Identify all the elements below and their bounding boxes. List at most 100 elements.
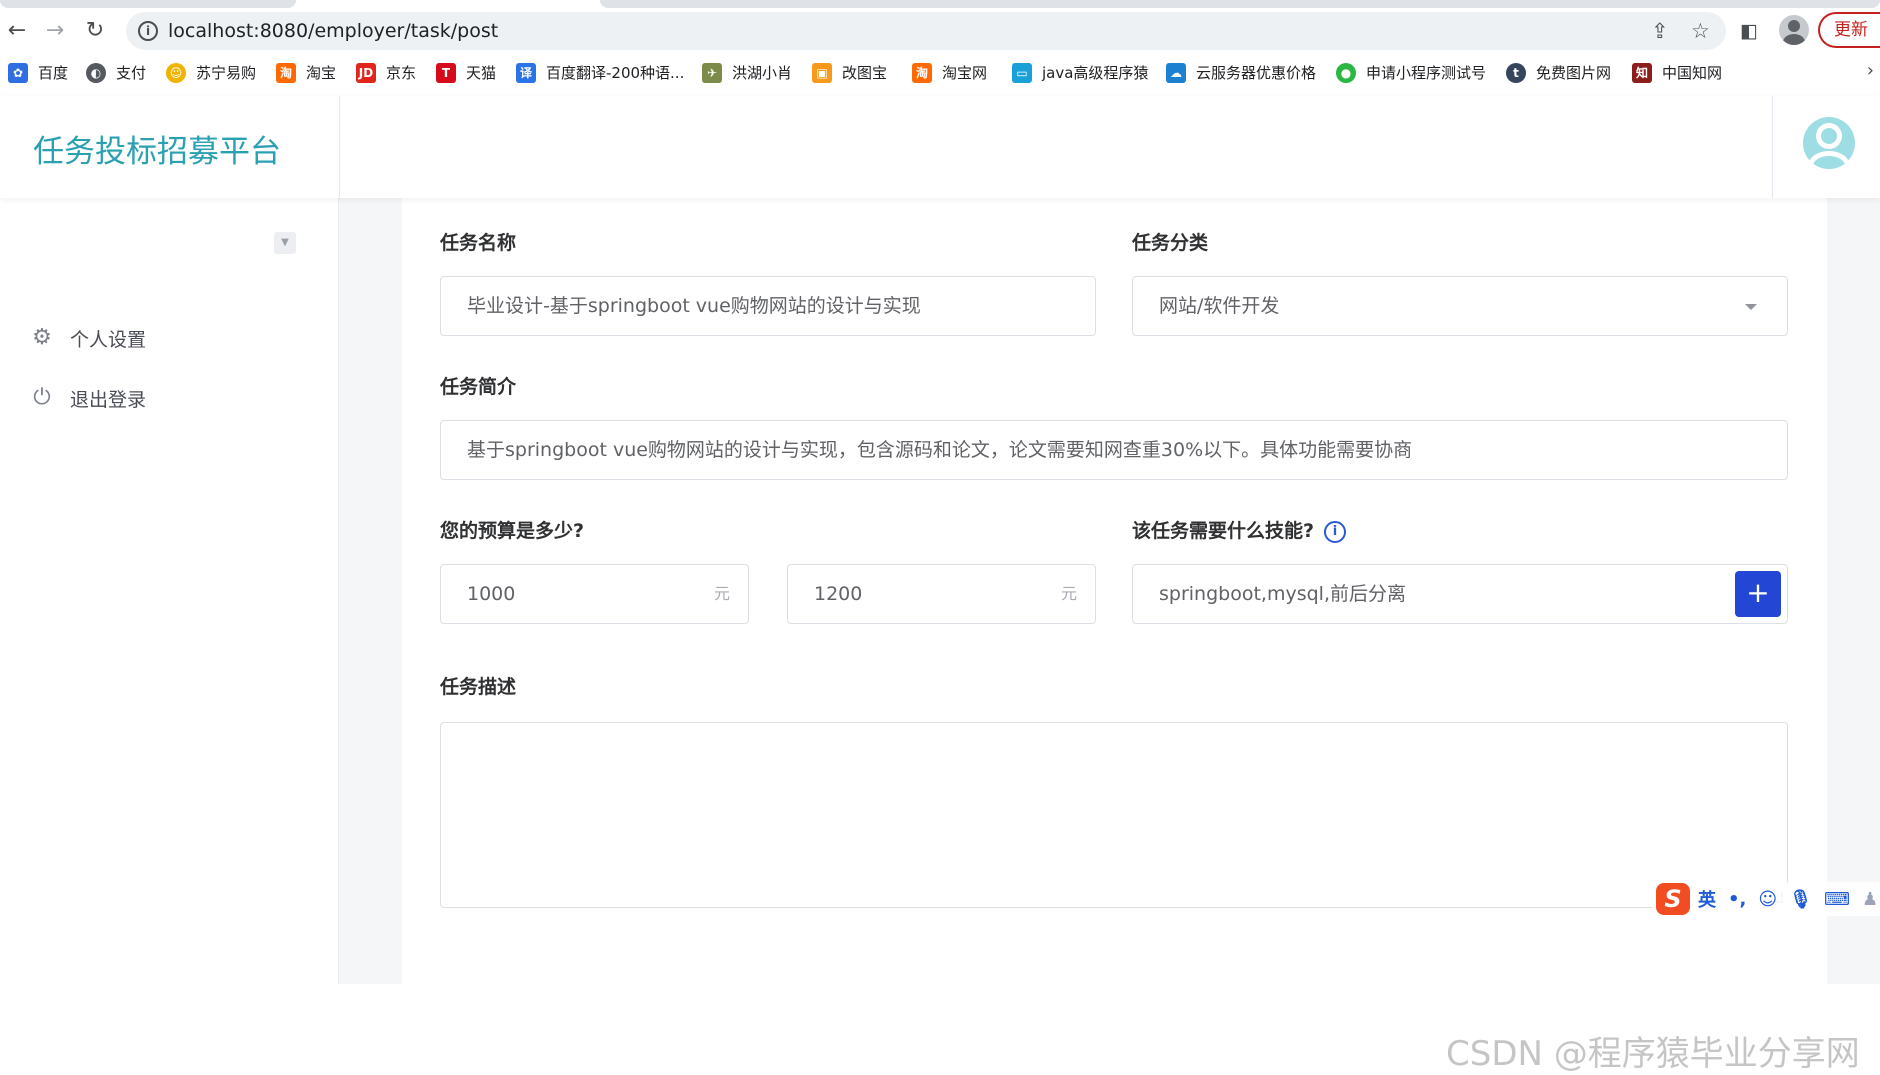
intro-label: 任务简介 bbox=[440, 376, 517, 398]
bookmark-item[interactable]: T 天猫 bbox=[436, 62, 496, 83]
sogou-logo-icon[interactable]: S bbox=[1656, 883, 1690, 915]
avatar[interactable] bbox=[1803, 117, 1855, 169]
tmall-icon: T bbox=[436, 62, 456, 83]
avatar-head bbox=[1816, 123, 1842, 149]
chevron-down-icon bbox=[1745, 304, 1757, 310]
budget-label: 您的预算是多少? bbox=[440, 520, 585, 542]
bookmark-label: 京东 bbox=[386, 64, 417, 82]
sidebar-item-logout[interactable]: ⏻ 退出登录 bbox=[30, 378, 146, 418]
bookmark-label: 天猫 bbox=[466, 64, 497, 82]
bookmark-item[interactable]: ☺ 苏宁易购 bbox=[166, 62, 256, 83]
info-icon[interactable]: i bbox=[1324, 520, 1347, 543]
skills-input[interactable]: springboot,mysql,前后分离 + bbox=[1132, 564, 1788, 624]
bookmark-label: 苏宁易购 bbox=[196, 64, 257, 82]
bookmark-item[interactable]: ▣ 改图宝 bbox=[812, 62, 887, 83]
task-name-input[interactable]: 毕业设计-基于springboot vue购物网站的设计与实现 bbox=[440, 276, 1096, 336]
bilibili-icon: ▭ bbox=[1012, 62, 1032, 83]
chevron-down-icon[interactable]: ▼ bbox=[274, 232, 296, 254]
bookmark-item[interactable]: 淘 淘宝网 bbox=[912, 62, 987, 83]
bookmark-item[interactable]: JD 京东 bbox=[356, 62, 416, 83]
emoji-icon[interactable]: ☺ bbox=[1758, 889, 1777, 910]
bookmark-item[interactable]: ◐ 支付 bbox=[86, 62, 146, 83]
address-bar[interactable]: i localhost:8080/employer/task/post bbox=[126, 12, 1726, 50]
profile-icon[interactable] bbox=[1779, 15, 1809, 45]
skills-label-row: 该任务需要什么技能? i bbox=[1132, 516, 1347, 543]
sidebar-item-label: 退出登录 bbox=[70, 388, 147, 411]
bookmark-item[interactable]: ✈ 洪湖小肖 bbox=[702, 62, 792, 83]
side-panel-icon[interactable]: ◧ bbox=[1740, 18, 1758, 44]
bird-icon: ✈ bbox=[702, 62, 722, 83]
url-text: localhost:8080/employer/task/post bbox=[168, 20, 499, 42]
keyboard-icon[interactable]: ⌨ bbox=[1824, 889, 1850, 910]
power-icon: ⏻ bbox=[33, 385, 51, 410]
punctuation-icon[interactable]: •, bbox=[1728, 889, 1746, 910]
description-label: 任务描述 bbox=[440, 676, 517, 698]
bookmark-item[interactable]: t 免费图片网 bbox=[1506, 62, 1611, 83]
bookmark-label: 百度翻译-200种语... bbox=[546, 64, 685, 82]
bookmark-label: 申请小程序测试号 bbox=[1366, 64, 1487, 82]
budget-min-placeholder: 1000 bbox=[467, 583, 516, 605]
sidebar-item-label: 个人设置 bbox=[70, 328, 147, 351]
task-post-form: 任务名称 毕业设计-基于springboot vue购物网站的设计与实现 任务分… bbox=[402, 198, 1827, 984]
budget-unit: 元 bbox=[1060, 584, 1077, 603]
budget-unit: 元 bbox=[713, 584, 730, 603]
taobao-icon: 淘 bbox=[276, 62, 296, 83]
tumblr-icon: t bbox=[1506, 62, 1526, 83]
microphone-icon[interactable]: 🎙 bbox=[1789, 889, 1812, 910]
sidebar: ⚙ 个人设置 ⏻ 退出登录 bbox=[0, 198, 339, 984]
translate-icon: 译 bbox=[516, 62, 536, 83]
add-skill-button[interactable]: + bbox=[1735, 571, 1781, 617]
forward-icon[interactable]: → bbox=[40, 16, 70, 46]
update-button[interactable]: 更新 bbox=[1818, 12, 1880, 48]
gaitubao-icon: ▣ bbox=[812, 62, 832, 83]
header-divider bbox=[1772, 96, 1773, 198]
app-title[interactable]: 任务投标招募平台 bbox=[33, 126, 281, 171]
bookmark-label: 改图宝 bbox=[842, 64, 888, 82]
bookmark-star-icon[interactable]: ☆ bbox=[1691, 18, 1710, 44]
bookmark-item[interactable]: 译 百度翻译-200种语... bbox=[516, 62, 684, 83]
bookmarks-overflow-icon[interactable]: › bbox=[1867, 60, 1874, 81]
back-icon[interactable]: ← bbox=[2, 16, 32, 46]
cnki-icon: 知 bbox=[1632, 62, 1652, 83]
site-info-icon[interactable]: i bbox=[138, 21, 158, 41]
tab-strip bbox=[0, 0, 296, 8]
ime-toolbar: S 英 •, ☺ 🎙 ⌨ ♟ 👕 bbox=[1652, 882, 1880, 916]
description-textarea[interactable] bbox=[440, 722, 1788, 908]
bookmark-label: 淘宝 bbox=[306, 64, 337, 82]
bookmark-item[interactable]: 知 中国知网 bbox=[1632, 62, 1722, 83]
cloud-icon: ☁ bbox=[1166, 62, 1186, 83]
task-name-placeholder: 毕业设计-基于springboot vue购物网站的设计与实现 bbox=[467, 295, 921, 317]
skills-label: 该任务需要什么技能? bbox=[1132, 520, 1315, 542]
bookmark-item[interactable]: ✿ 百度 bbox=[8, 62, 68, 83]
bookmark-item[interactable]: ☁ 云服务器优惠价格 bbox=[1166, 62, 1316, 83]
taobao-icon: 淘 bbox=[912, 62, 932, 83]
bookmark-item[interactable]: ● 申请小程序测试号 bbox=[1336, 62, 1486, 83]
reload-icon[interactable]: ↻ bbox=[80, 16, 110, 46]
bookmark-item[interactable]: 淘 淘宝 bbox=[276, 62, 336, 83]
header-divider bbox=[339, 96, 340, 198]
bookmark-label: 淘宝网 bbox=[942, 64, 988, 82]
category-select[interactable]: 网站/软件开发 bbox=[1132, 276, 1788, 336]
suning-icon: ☺ bbox=[166, 62, 186, 83]
avatar-body bbox=[1808, 151, 1850, 169]
jd-icon: JD bbox=[356, 62, 376, 83]
bookmark-label: 中国知网 bbox=[1662, 64, 1723, 82]
intro-input[interactable]: 基于springboot vue购物网站的设计与实现，包含源码和论文，论文需要知… bbox=[440, 420, 1788, 480]
budget-min-input[interactable]: 1000 元 bbox=[440, 564, 749, 624]
bookmark-label: 洪湖小肖 bbox=[732, 64, 793, 82]
bookmark-label: 免费图片网 bbox=[1536, 64, 1612, 82]
sidebar-item-settings[interactable]: ⚙ 个人设置 bbox=[30, 318, 146, 358]
user-icon[interactable]: ♟ bbox=[1862, 889, 1878, 910]
app-header: 任务投标招募平台 bbox=[0, 96, 1880, 198]
budget-max-input[interactable]: 1200 元 bbox=[787, 564, 1096, 624]
ime-language-toggle[interactable]: 英 bbox=[1698, 886, 1716, 912]
share-icon[interactable]: ⇪ bbox=[1651, 18, 1669, 44]
watermark: CSDN @程序猿毕业分享网 bbox=[1446, 1034, 1860, 1074]
budget-max-placeholder: 1200 bbox=[814, 583, 863, 605]
bookmark-item[interactable]: ▭ java高级程序猿 bbox=[1012, 62, 1148, 83]
tab-strip bbox=[600, 0, 1880, 8]
skills-value: springboot,mysql,前后分离 bbox=[1159, 583, 1406, 605]
category-placeholder: 网站/软件开发 bbox=[1159, 295, 1280, 317]
bookmark-label: java高级程序猿 bbox=[1042, 64, 1149, 82]
browser-chrome: ← → ↻ i localhost:8080/employer/task/pos… bbox=[0, 0, 1880, 96]
